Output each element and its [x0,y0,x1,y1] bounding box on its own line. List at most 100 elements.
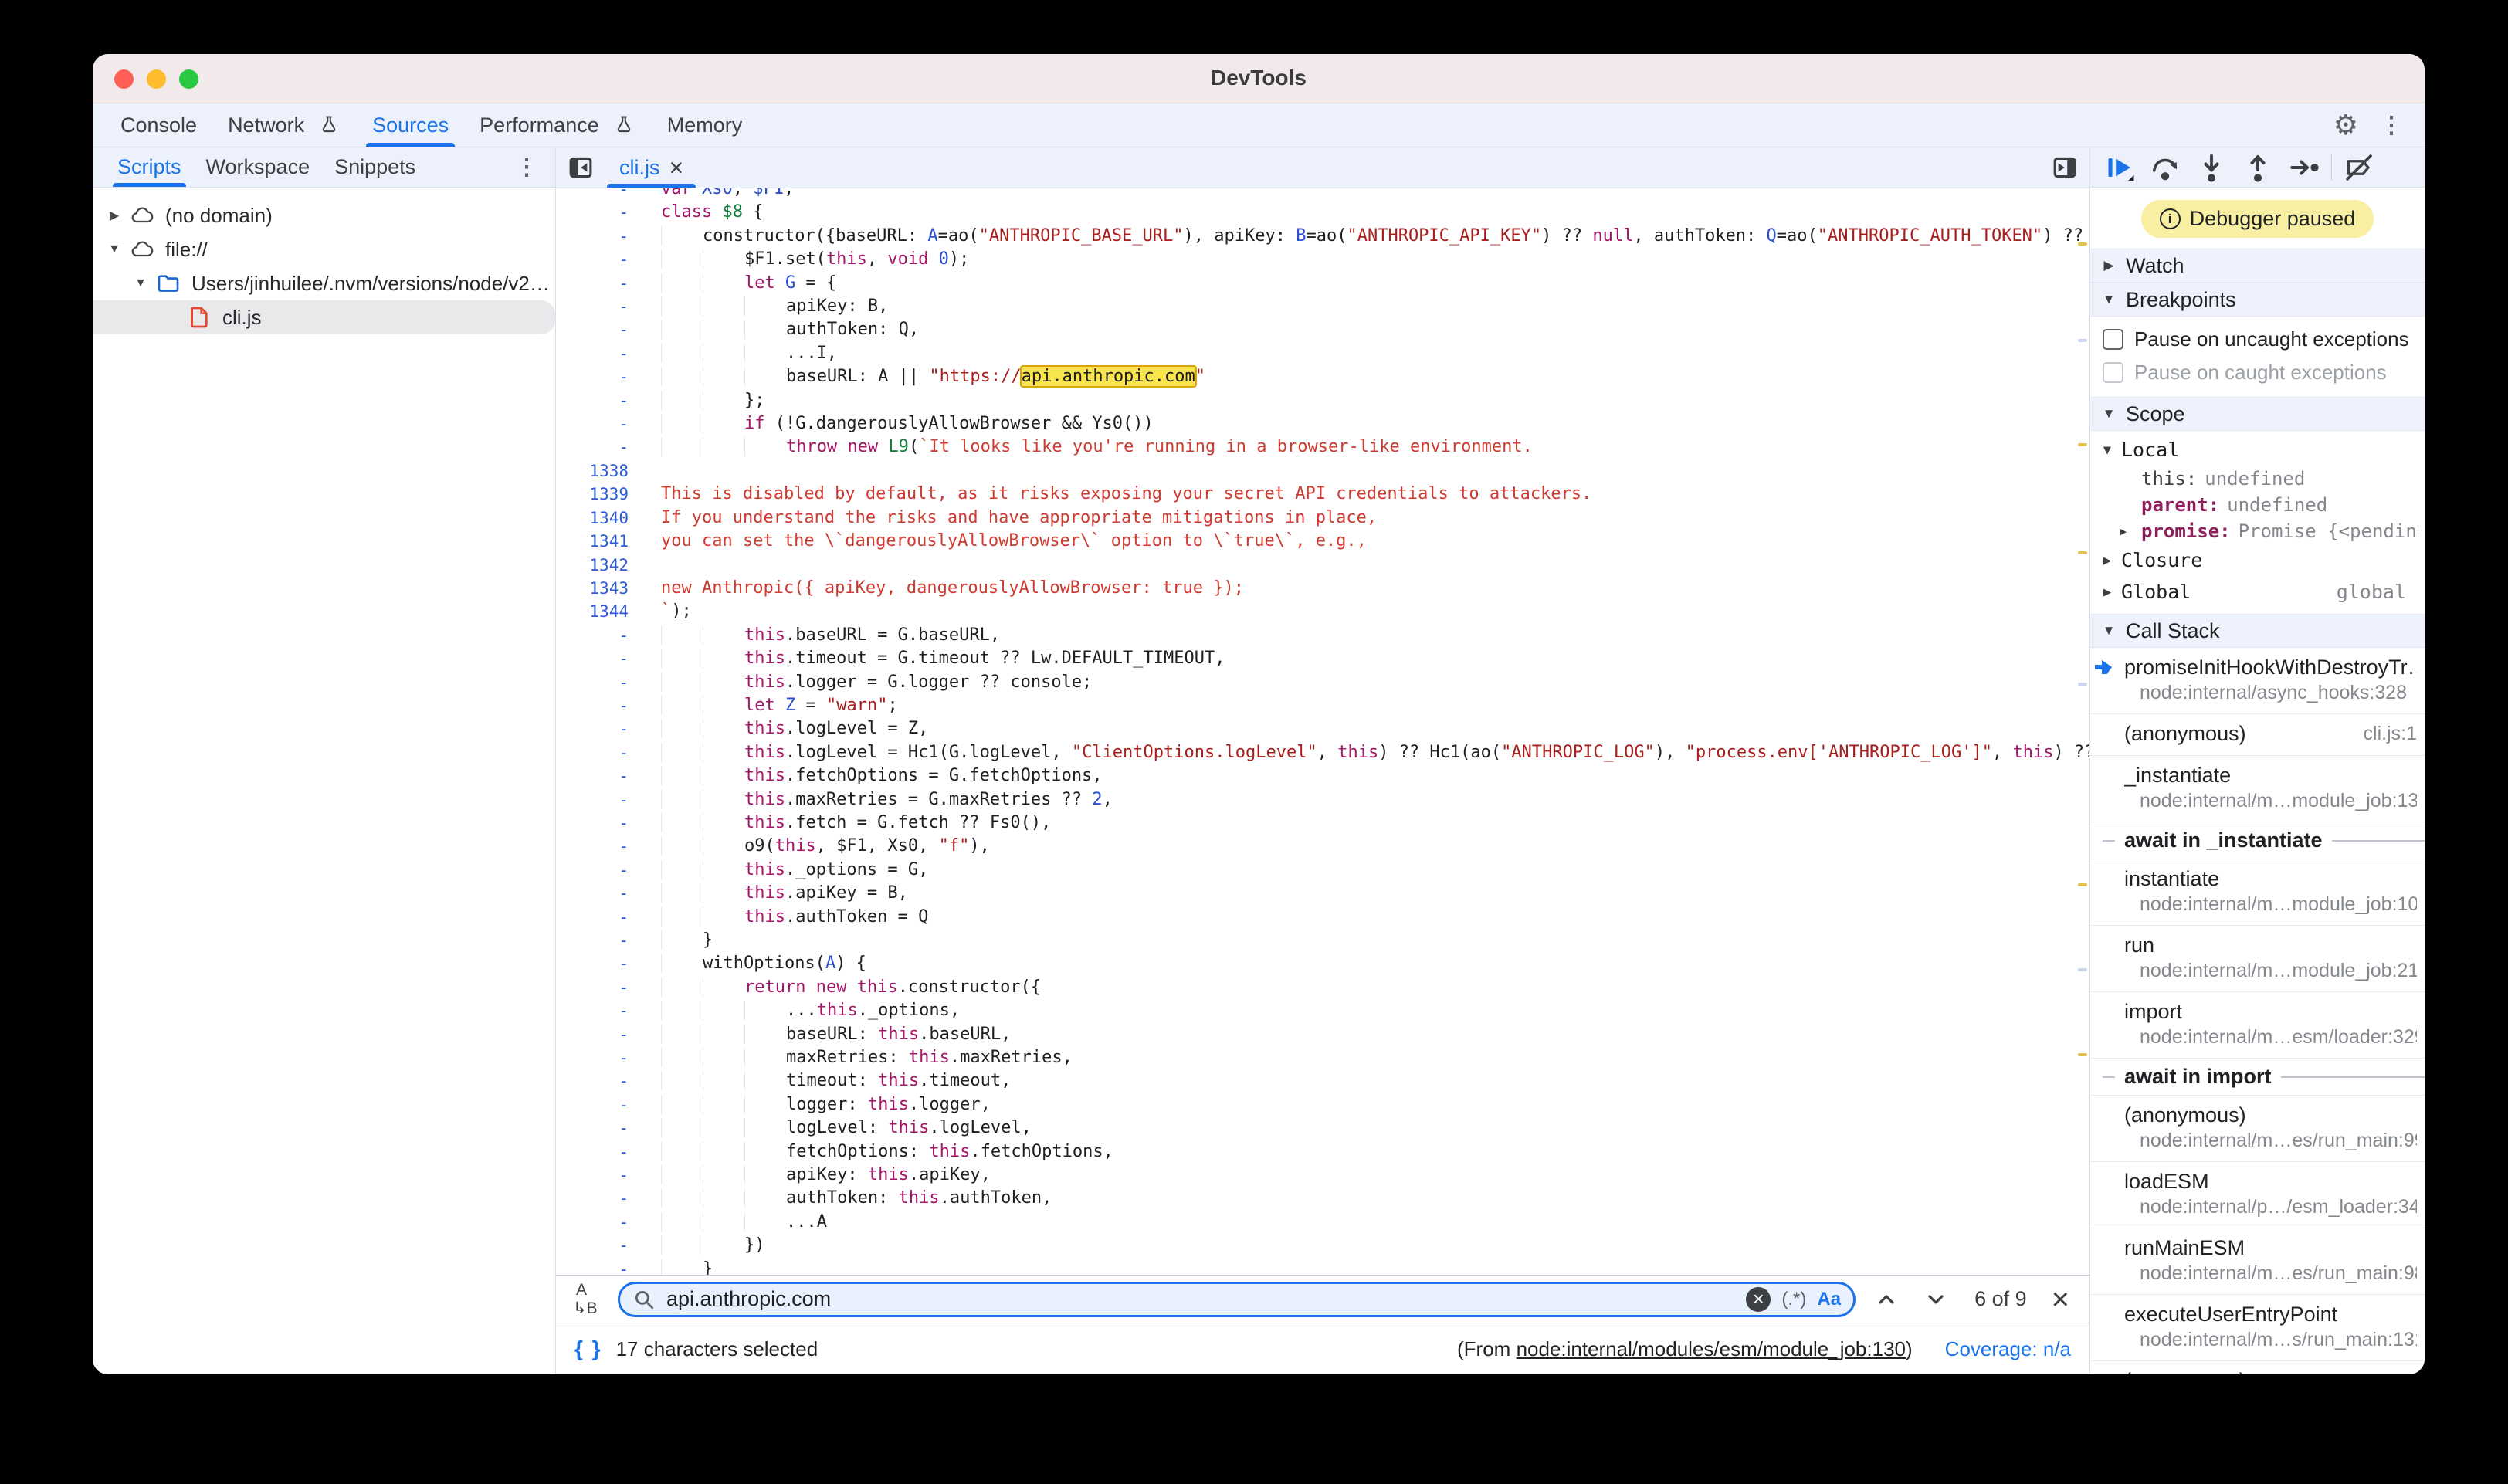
line-number[interactable]: - [556,1187,639,1210]
line-number[interactable]: - [556,999,639,1022]
call-stack-frame[interactable]: (anonymous)node:internal/m…es/run_main:9… [2090,1096,2425,1162]
line-number[interactable]: 1342 [556,554,639,577]
line-number[interactable]: 1339 [556,483,639,506]
line-number[interactable]: 1344 [556,600,639,623]
coverage-link[interactable]: Coverage: n/a [1945,1337,2071,1361]
line-number[interactable]: - [556,342,639,365]
match-case-toggle[interactable]: Aa [1817,1289,1841,1310]
tree-item-file-[interactable]: ▼file:// [93,232,555,266]
editor-tab-clijs[interactable]: cli.js × [607,147,696,188]
call-stack-frame[interactable]: runMainESMnode:internal/m…es/run_main:98 [2090,1228,2425,1295]
line-number[interactable]: - [556,188,639,201]
tab-performance[interactable]: Performance [464,103,652,147]
call-stack-frame[interactable]: loadESMnode:internal/p…/esm_loader:34 [2090,1162,2425,1228]
navigator-tab-snippets[interactable]: Snippets [322,147,428,187]
line-number[interactable]: - [556,1116,639,1140]
replace-toggle-icon[interactable]: A↳B [571,1281,605,1318]
scope-group-global[interactable]: ▶Globalglobal [2090,576,2425,608]
line-number[interactable]: - [556,1093,639,1116]
close-tab-icon[interactable]: × [669,155,684,180]
line-number[interactable]: - [556,764,639,788]
call-stack-frame[interactable]: _instantiatenode:internal/m…module_job:1… [2090,756,2425,822]
chevron-right-icon[interactable]: ▶ [103,208,125,223]
line-number[interactable]: - [556,882,639,905]
line-number[interactable]: - [556,835,639,858]
collapse-debugger-panel-icon[interactable] [2051,154,2079,181]
line-number[interactable]: - [556,976,639,999]
more-options-icon[interactable]: ⋮ [2380,112,2403,139]
line-number[interactable]: - [556,225,639,248]
step-button[interactable] [2283,151,2325,185]
line-number[interactable]: 1343 [556,577,639,600]
scope-section-header[interactable]: ▼ Scope [2090,397,2425,431]
checkbox[interactable] [2103,362,2123,383]
scope-group-local[interactable]: ▼Local [2090,434,2425,466]
zoom-window-button[interactable] [179,69,198,89]
line-number[interactable]: - [556,717,639,740]
call-stack-frame[interactable]: runnode:internal/m…module_job:214 [2090,926,2425,992]
line-number[interactable]: - [556,952,639,975]
tree-item-users-jinhuilee-nvm-versions-node-v2-[interactable]: ▼Users/jinhuilee/.nvm/versions/node/v2… [93,266,555,300]
line-number[interactable]: - [556,1258,639,1275]
tree-item--no-domain-[interactable]: ▶(no domain) [93,198,555,232]
breakpoint-option[interactable]: Pause on caught exceptions [2090,356,2425,389]
line-number[interactable]: - [556,906,639,929]
breakpoints-section-header[interactable]: ▼ Breakpoints [2090,283,2425,317]
resume-button[interactable] [2098,151,2140,185]
close-window-button[interactable] [114,69,134,89]
tree-item-cli-js[interactable]: cli.js [93,300,555,334]
line-number[interactable]: - [556,248,639,271]
call-stack-frame[interactable]: instantiatenode:internal/m…module_job:10… [2090,859,2425,926]
line-number[interactable]: - [556,412,639,435]
deactivate-breakpoints-button[interactable] [2338,151,2380,185]
call-stack-frame[interactable]: (anonymous)cli.js:1 [2090,714,2425,756]
tab-network[interactable]: Network [212,103,357,147]
settings-gear-icon[interactable]: ⚙ [2333,109,2358,141]
close-search-icon[interactable]: × [2047,1284,2074,1315]
pretty-print-icon[interactable]: { } [574,1337,602,1361]
call-stack-frame[interactable]: promiseInitHookWithDestroyTr…node:intern… [2090,648,2425,714]
breakpoint-option[interactable]: Pause on uncaught exceptions [2090,323,2425,356]
line-number[interactable]: - [556,741,639,764]
navigator-tab-scripts[interactable]: Scripts [105,147,194,187]
regex-toggle[interactable]: (.*) [1781,1289,1806,1310]
line-number[interactable]: - [556,1069,639,1093]
line-number[interactable]: - [556,811,639,835]
line-number[interactable]: - [556,929,639,952]
previous-match-button[interactable] [1868,1287,1905,1312]
checkbox[interactable] [2103,329,2123,350]
next-match-button[interactable] [1917,1287,1954,1312]
line-number[interactable]: 1340 [556,507,639,530]
call-stack-frame[interactable]: (anonymous)node:internal/m…main_module:2 [2090,1361,2425,1374]
navigator-more-icon[interactable]: ⋮ [515,154,555,181]
line-number[interactable]: - [556,671,639,694]
minimize-window-button[interactable] [147,69,166,89]
line-number[interactable]: - [556,389,639,412]
chevron-down-icon[interactable]: ▼ [130,276,151,290]
scope-variable-promise[interactable]: ▶promise:Promise {<pending>} [2090,518,2425,544]
watch-section-header[interactable]: ▶ Watch [2090,249,2425,283]
tab-console[interactable]: Console [105,103,212,147]
line-number[interactable]: - [556,1140,639,1164]
navigator-tab-workspace[interactable]: Workspace [194,147,323,187]
step-into-button[interactable] [2191,151,2232,185]
chevron-down-icon[interactable]: ▼ [103,242,125,256]
tab-sources[interactable]: Sources [357,103,464,147]
line-number[interactable]: - [556,1046,639,1069]
clear-search-icon[interactable]: × [1746,1287,1771,1312]
line-number[interactable]: - [556,859,639,882]
line-number[interactable]: - [556,1211,639,1234]
source-mapping-link[interactable]: node:internal/modules/esm/module_job:130 [1517,1337,1906,1360]
step-over-button[interactable] [2144,151,2186,185]
line-number[interactable]: - [556,694,639,717]
line-number[interactable]: - [556,272,639,295]
collapse-navigator-icon[interactable] [567,154,595,181]
step-out-button[interactable] [2237,151,2279,185]
line-number[interactable]: 1338 [556,459,639,483]
line-number[interactable]: - [556,1164,639,1187]
tab-memory[interactable]: Memory [652,103,758,147]
line-number[interactable]: - [556,365,639,388]
line-number[interactable]: - [556,201,639,224]
line-number[interactable]: - [556,435,639,459]
line-number[interactable]: 1341 [556,530,639,553]
